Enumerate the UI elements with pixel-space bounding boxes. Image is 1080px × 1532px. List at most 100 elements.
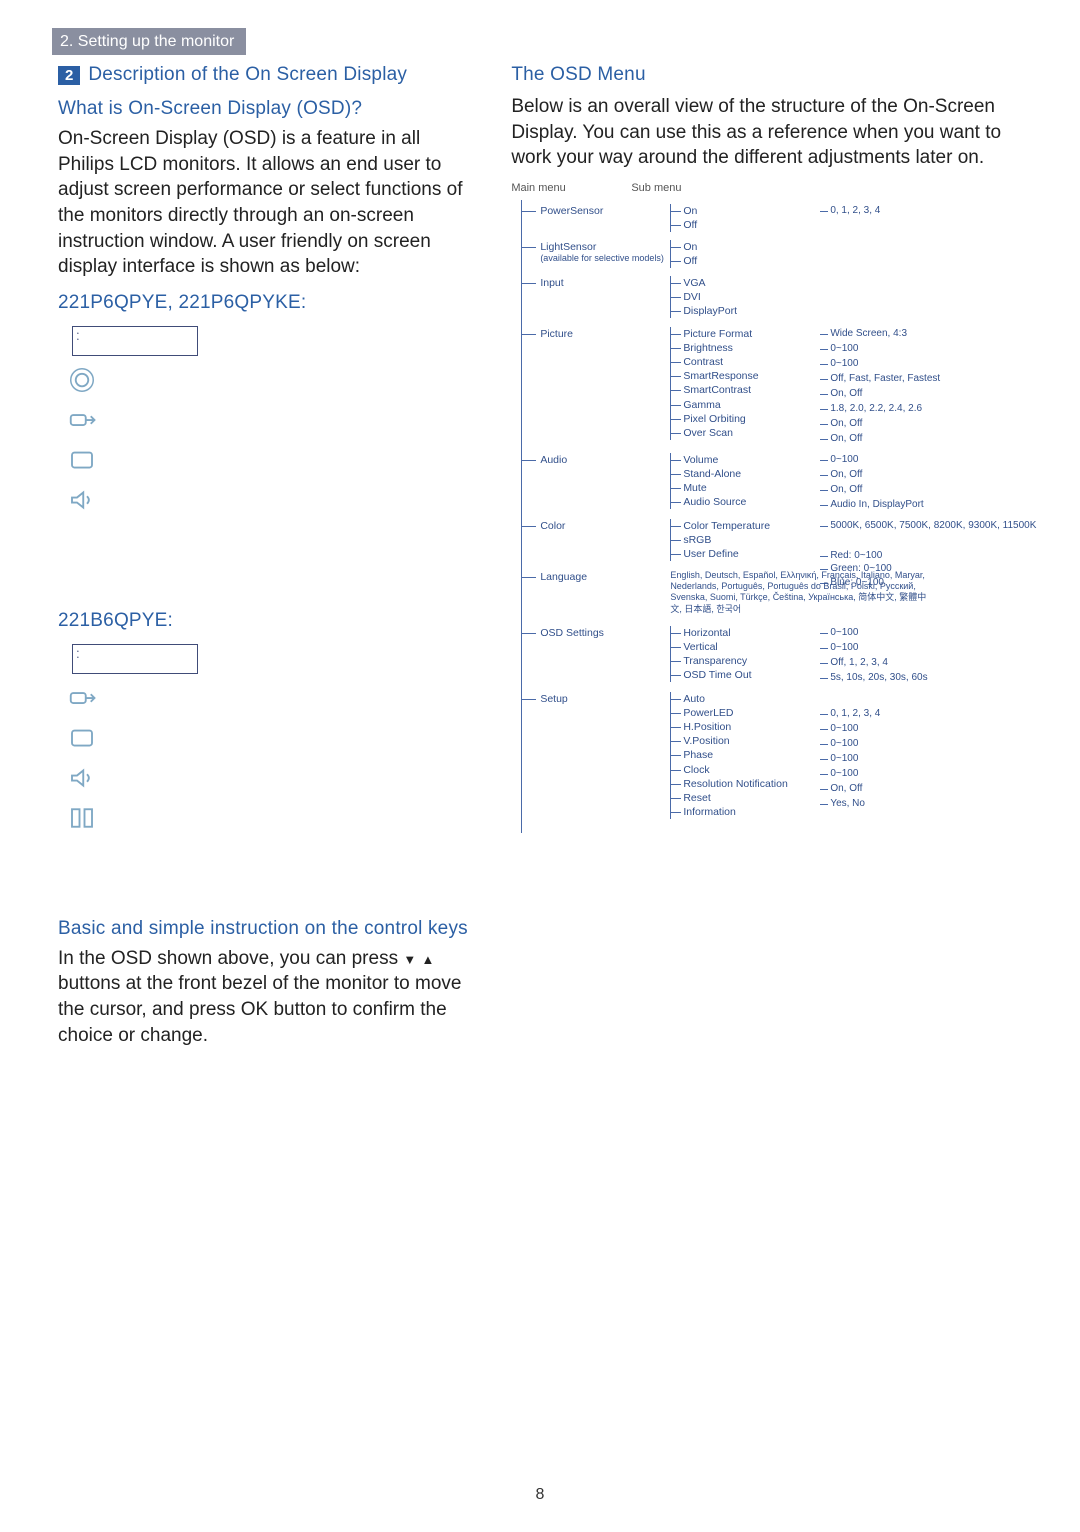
menu-sub-item: Resolution Notification (683, 777, 787, 791)
menu-main-label: OSD Settings (540, 626, 604, 640)
menu-value-item: 0, 1, 2, 3, 4 (830, 707, 880, 721)
menu-sub-item: Mute (683, 481, 746, 495)
menu-sub-item: SmartResponse (683, 369, 758, 383)
menu-sub-item: Phase (683, 748, 787, 762)
menu-sub-item: Pixel Orbiting (683, 412, 758, 426)
menu-value-item: On, Off (830, 782, 880, 796)
model-label-2: 221B6QPYE: (58, 610, 475, 632)
menu-sub-item: Auto (683, 692, 787, 706)
menu-sub-item: Horizontal (683, 626, 751, 640)
menu-sub-item: Color Temperature (683, 519, 770, 533)
main-menu-header: Main menu (511, 181, 631, 196)
menu-value-item: Wide Screen, 4:3 (830, 327, 940, 341)
menu-main-label: Color (540, 519, 565, 533)
menu-value-item: 0~100 (830, 453, 923, 467)
up-triangle-icon: ▲ (422, 952, 435, 967)
menu-value-item: 0, 1, 2, 3, 4 (830, 204, 880, 218)
menu-sub-item: Stand-Alone (683, 467, 746, 481)
menu-sub-item: Over Scan (683, 426, 758, 440)
osd-menu-heading: The OSD Menu (511, 64, 1028, 86)
menu-value-item: 0~100 (830, 752, 880, 766)
menu-value-item: Off, 1, 2, 3, 4 (830, 656, 927, 670)
menu-main-item: Audio VolumeStand-AloneMuteAudio Source 0~… (540, 453, 1028, 519)
menu-sub-item: DisplayPort (683, 304, 737, 318)
menu-sub-item: Gamma (683, 398, 758, 412)
menu-value-item: 0~100 (830, 626, 927, 640)
menu-main-item: ColorColor TemperaturesRGBUser Define500… (540, 519, 1028, 570)
what-is-osd-subhead: What is On-Screen Display (OSD)? (58, 98, 475, 120)
menu-sub-item: Vertical (683, 640, 751, 654)
menu-value-item: 0~100 (830, 737, 880, 751)
menu-sub-item: Clock (683, 763, 787, 777)
menu-value-item: Yes, No (830, 797, 880, 811)
menu-sub-item: User Define (683, 547, 770, 561)
menu-main-item: LanguageEnglish, Deutsch, Español, Ελλην… (540, 570, 1028, 626)
menu-sub-item: Transparency (683, 654, 751, 668)
menu-value-item: 0~100 (830, 722, 880, 736)
menu-sub-item: Contrast (683, 355, 758, 369)
audio-icon (64, 760, 100, 796)
menu-sub-item: PowerLED (683, 706, 787, 720)
menu-main-item: LightSensor(available for selective mode… (540, 240, 1028, 276)
menu-value-item: Red: 0~100 (830, 549, 1036, 563)
menu-sub-item: SmartContrast (683, 383, 758, 397)
menu-sub-item: DVI (683, 290, 737, 304)
menu-value-item: 0~100 (830, 767, 880, 781)
menu-sub-item: Picture Format (683, 327, 758, 341)
input-icon (64, 680, 100, 716)
menu-value-item: On, Off (830, 483, 923, 497)
menu-sub-item: OSD Time Out (683, 668, 751, 682)
menu-sub-item: sRGB (683, 533, 770, 547)
menu-sub-item: V.Position (683, 734, 787, 748)
picture-icon (64, 442, 100, 478)
menu-main-label: Audio (540, 453, 567, 467)
menu-main-label: PowerSensor (540, 204, 603, 218)
menu-value-item: On, Off (830, 387, 940, 401)
osd-description-heading: Description of the On Screen Display (88, 64, 407, 86)
osd-menu-tree: Main menu Sub menu PowerSensorOnOff0, 1,… (511, 181, 1028, 833)
menu-value-item: On, Off (830, 432, 940, 446)
step-number-badge: 2 (58, 66, 80, 85)
down-triangle-icon: ▼ (403, 952, 416, 967)
menu-main-item: Input VGADVIDisplayPort (540, 276, 1028, 327)
menu-sub-item: VGA (683, 276, 737, 290)
menu-sub-item: Off (683, 218, 697, 232)
menu-sub-item: Off (683, 254, 697, 268)
menu-value-item: Off, Fast, Faster, Fastest (830, 372, 940, 386)
osd-intro-paragraph: On-Screen Display (OSD) is a feature in … (58, 126, 475, 280)
page-number: 8 (536, 1486, 545, 1504)
menu-value-item: 0~100 (830, 357, 940, 371)
menu-sub-item: Information (683, 805, 787, 819)
basic-instruction-subhead: Basic and simple instruction on the cont… (58, 918, 475, 940)
menu-value-item: 5000K, 6500K, 7500K, 8200K, 9300K, 11500… (830, 519, 1036, 533)
menu-sub-item: Audio Source (683, 495, 746, 509)
menu-sub-item: Brightness (683, 341, 758, 355)
menu-main-item: OSD Settings HorizontalVerticalTransparen… (540, 626, 1028, 692)
model-label-1: 221P6QPYE, 221P6QPYKE: (58, 292, 475, 314)
menu-value-item: 0~100 (830, 641, 927, 655)
basic-instruction-paragraph: In the OSD shown above, you can press ▼ … (58, 946, 475, 1049)
osd-preview-1: •• (64, 326, 204, 518)
menu-main-label: Picture (540, 327, 573, 341)
menu-value-item: On, Off (830, 417, 940, 431)
osd-preview-2: •• (64, 644, 204, 836)
right-column: The OSD Menu Below is an overall view of… (511, 64, 1028, 1058)
menu-main-label: Input (540, 276, 563, 290)
menu-main-item: PicturePicture FormatBrightnessContrastS… (540, 327, 1028, 453)
menu-value-item: 1.8, 2.0, 2.2, 2.4, 2.6 (830, 402, 940, 416)
menu-main-label: Setup (540, 692, 567, 706)
menu-main-label: LightSensor (540, 240, 596, 254)
picture-icon (64, 720, 100, 756)
section-tab: 2. Setting up the monitor (52, 28, 246, 55)
color-icon (64, 800, 100, 836)
menu-sub-item: H.Position (683, 720, 787, 734)
menu-sub-item: Volume (683, 453, 746, 467)
menu-sub-item: On (683, 204, 697, 218)
menu-value-item: 0~100 (830, 342, 940, 356)
input-icon (64, 402, 100, 438)
sub-menu-header: Sub menu (631, 181, 681, 196)
page-content: 2 Description of the On Screen Display W… (58, 64, 1028, 1058)
audio-icon (64, 482, 100, 518)
left-column: 2 Description of the On Screen Display W… (58, 64, 475, 1058)
menu-main-item: PowerSensor OnOff 0, 1, 2, 3, 4 (540, 204, 1028, 240)
